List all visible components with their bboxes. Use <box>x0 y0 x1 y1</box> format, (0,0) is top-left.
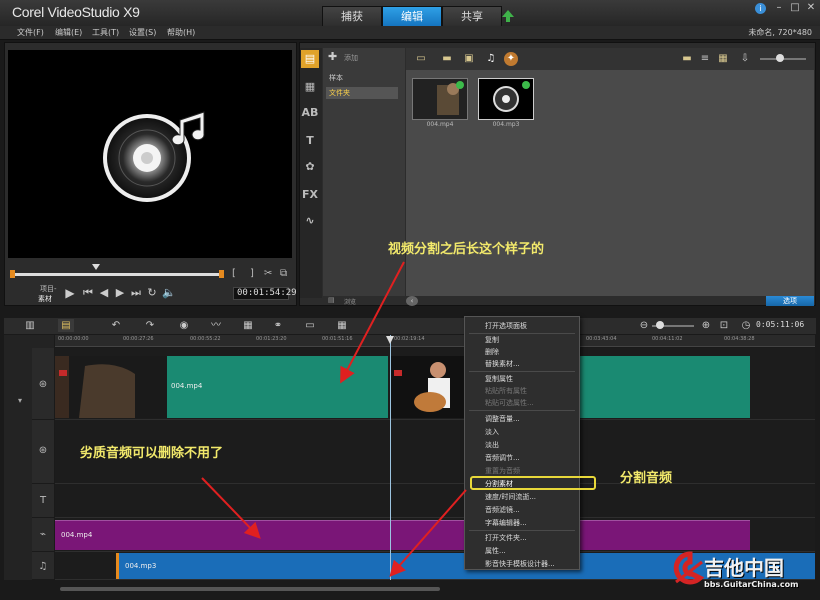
watermark-name: 吉他中国 <box>704 556 784 580</box>
watermark-url: bbs.GuitarChina.com <box>704 580 799 589</box>
guitarchina-logo-icon <box>673 551 705 585</box>
arrow-to-split-video <box>340 261 405 384</box>
arrow-to-split-point <box>389 489 467 578</box>
arrow-to-bad-audio <box>201 477 261 539</box>
annotation-arrows <box>201 261 467 578</box>
